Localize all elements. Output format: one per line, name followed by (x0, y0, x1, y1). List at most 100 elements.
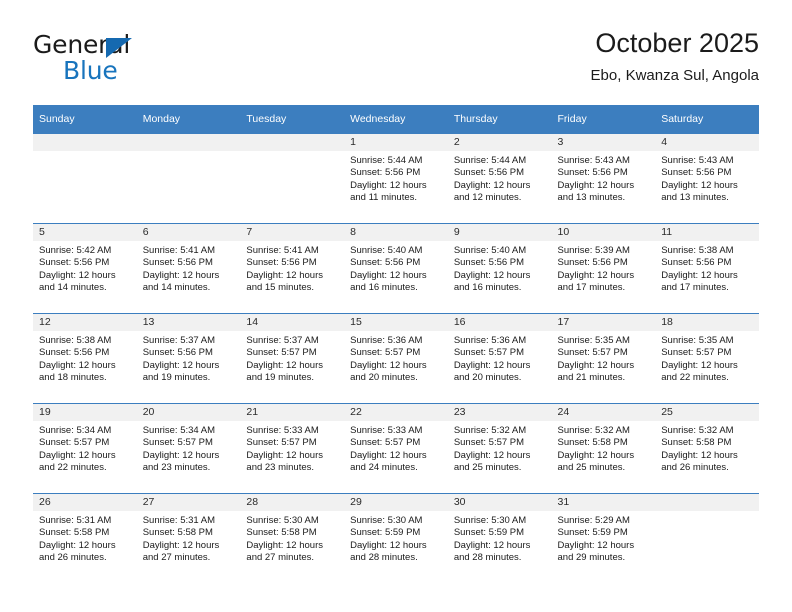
calendar-day-cell[interactable]: 6 Sunrise: 5:41 AM Sunset: 5:56 PM Daylight… (136, 223, 241, 314)
day-cell-inner: 11 Sunrise: 5:38 AM Sunset: 5:56 PM Dayligh… (655, 224, 759, 313)
sunset-text: Sunset: 5:59 PM (557, 527, 628, 539)
daylight-text: Daylight: 12 hours and 16 minutes. (453, 269, 531, 294)
day-cell-details: Sunrise: 5:37 AM Sunset: 5:57 PM Daylight:… (240, 331, 344, 385)
sunset-text: Sunset: 5:57 PM (350, 437, 421, 449)
day-cell-details: Sunrise: 5:42 AM Sunset: 5:56 PM Daylight:… (33, 241, 137, 295)
day-cell-details: Sunrise: 5:32 AM Sunset: 5:58 PM Daylight:… (552, 421, 656, 475)
calendar-day-cell[interactable]: 17 Sunrise: 5:35 AM Sunset: 5:57 PM Dayligh… (551, 313, 656, 404)
calendar-day-cell[interactable]: 9 Sunrise: 5:40 AM Sunset: 5:56 PM Daylight… (447, 223, 552, 314)
day-number: 16 (447, 314, 552, 331)
daylight-text: Daylight: 12 hours and 20 minutes. (350, 359, 427, 384)
sunrise-text: Sunrise: 5:38 AM (661, 245, 734, 256)
day-cell-inner: 18 Sunrise: 5:35 AM Sunset: 5:57 PM Dayligh… (655, 314, 759, 403)
day-number (655, 494, 759, 511)
calendar-day-cell[interactable]: 23 Sunrise: 5:32 AM Sunset: 5:57 PM Dayligh… (447, 403, 552, 494)
sunset-text: Sunset: 5:59 PM (453, 527, 525, 539)
sunset-text: Sunset: 5:58 PM (142, 527, 213, 539)
sunrise-text: Sunrise: 5:40 AM (453, 245, 527, 256)
calendar-day-cell[interactable]: 20 Sunrise: 5:34 AM Sunset: 5:57 PM Dayligh… (136, 403, 241, 494)
calendar-day-cell[interactable]: 8 Sunrise: 5:40 AM Sunset: 5:56 PM Daylight… (344, 223, 448, 314)
calendar-day-cell[interactable]: 15 Sunrise: 5:36 AM Sunset: 5:57 PM Dayligh… (344, 313, 448, 404)
day-cell-inner: 1 Sunrise: 5:44 AM Sunset: 5:56 PM Daylight… (344, 134, 448, 223)
calendar-day-cell[interactable]: 28 Sunrise: 5:30 AM Sunset: 5:58 PM Dayligh… (240, 493, 345, 583)
day-cell-details: Sunrise: 5:36 AM Sunset: 5:57 PM Daylight:… (344, 331, 448, 385)
calendar-day-cell[interactable]: 24 Sunrise: 5:32 AM Sunset: 5:58 PM Dayligh… (551, 403, 656, 494)
calendar-week-row: 5 Sunrise: 5:42 AM Sunset: 5:56 PM Daylight… (33, 223, 759, 314)
sunrise-text: Sunrise: 5:44 AM (453, 155, 527, 166)
calendar-day-cell[interactable]: 4 Sunrise: 5:43 AM Sunset: 5:56 PM Daylight… (655, 133, 759, 224)
sunset-text: Sunset: 5:58 PM (246, 527, 317, 539)
calendar-day-cell[interactable]: 5 Sunrise: 5:42 AM Sunset: 5:56 PM Daylight… (33, 223, 137, 314)
calendar-day-cell[interactable]: 7 Sunrise: 5:41 AM Sunset: 5:56 PM Daylight… (240, 223, 345, 314)
daylight-text: Daylight: 12 hours and 19 minutes. (246, 359, 323, 384)
daylight-text: Daylight: 12 hours and 26 minutes. (661, 449, 738, 474)
calendar-day-cell[interactable]: 3 Sunrise: 5:43 AM Sunset: 5:56 PM Daylight… (551, 133, 656, 224)
calendar-empty-cell (33, 133, 137, 224)
sunrise-text: Sunrise: 5:37 AM (246, 335, 319, 346)
calendar-day-cell[interactable]: 19 Sunrise: 5:34 AM Sunset: 5:57 PM Dayligh… (33, 403, 137, 494)
daylight-text: Daylight: 12 hours and 24 minutes. (350, 449, 427, 474)
calendar-day-cell[interactable]: 16 Sunrise: 5:36 AM Sunset: 5:57 PM Dayligh… (447, 313, 552, 404)
daylight-text: Daylight: 12 hours and 25 minutes. (557, 449, 635, 474)
sunrise-text: Sunrise: 5:40 AM (350, 245, 423, 256)
day-cell-inner: 4 Sunrise: 5:43 AM Sunset: 5:56 PM Daylight… (655, 134, 759, 223)
calendar-day-cell[interactable]: 11 Sunrise: 5:38 AM Sunset: 5:56 PM Dayligh… (655, 223, 759, 314)
sunset-text: Sunset: 5:56 PM (557, 167, 628, 179)
calendar-day-cell[interactable]: 18 Sunrise: 5:35 AM Sunset: 5:57 PM Dayligh… (655, 313, 759, 404)
daylight-text: Daylight: 12 hours and 12 minutes. (453, 179, 531, 204)
sunset-text: Sunset: 5:56 PM (350, 167, 421, 179)
day-number: 27 (136, 494, 241, 511)
calendar-day-cell[interactable]: 25 Sunrise: 5:32 AM Sunset: 5:58 PM Dayligh… (655, 403, 759, 494)
day-cell-inner: 9 Sunrise: 5:40 AM Sunset: 5:56 PM Daylight… (447, 224, 552, 313)
day-cell-details: Sunrise: 5:32 AM Sunset: 5:57 PM Daylight:… (448, 421, 552, 475)
sunrise-text: Sunrise: 5:34 AM (39, 425, 112, 436)
sunset-text: Sunset: 5:57 PM (350, 347, 421, 359)
calendar-day-cell[interactable]: 14 Sunrise: 5:37 AM Sunset: 5:57 PM Dayligh… (240, 313, 345, 404)
page-subtitle: Ebo, Kwanza Sul, Angola (590, 67, 759, 84)
page-header: General Blue October 2025 Ebo, Kwanza Su… (33, 26, 759, 98)
calendar-day-cell[interactable]: 31 Sunrise: 5:29 AM Sunset: 5:59 PM Dayligh… (551, 493, 656, 583)
sunrise-text: Sunrise: 5:35 AM (557, 335, 630, 346)
day-number: 4 (655, 134, 759, 151)
day-cell-details: Sunrise: 5:33 AM Sunset: 5:57 PM Daylight:… (240, 421, 344, 475)
calendar-day-cell[interactable]: 26 Sunrise: 5:31 AM Sunset: 5:58 PM Dayligh… (33, 493, 137, 583)
sunrise-text: Sunrise: 5:32 AM (557, 425, 630, 436)
sunset-text: Sunset: 5:56 PM (661, 167, 732, 179)
generalblue-logo[interactable]: General Blue (33, 30, 263, 92)
daylight-text: Daylight: 12 hours and 14 minutes. (39, 269, 116, 294)
day-cell-details: Sunrise: 5:41 AM Sunset: 5:56 PM Daylight:… (240, 241, 344, 295)
calendar-day-cell[interactable]: 27 Sunrise: 5:31 AM Sunset: 5:58 PM Dayligh… (136, 493, 241, 583)
day-number: 23 (447, 404, 552, 421)
sunrise-text: Sunrise: 5:42 AM (39, 245, 112, 256)
day-cell-inner: 16 Sunrise: 5:36 AM Sunset: 5:57 PM Dayligh… (447, 314, 552, 403)
day-number: 7 (240, 224, 345, 241)
calendar-page: General Blue October 2025 Ebo, Kwanza Su… (0, 0, 792, 612)
daylight-text: Daylight: 12 hours and 25 minutes. (453, 449, 531, 474)
day-number (240, 134, 345, 151)
sunrise-text: Sunrise: 5:34 AM (142, 425, 216, 436)
calendar-table: Sunday Monday Tuesday Wednesday Thursday… (33, 105, 759, 583)
calendar-day-cell[interactable]: 13 Sunrise: 5:37 AM Sunset: 5:56 PM Dayligh… (136, 313, 241, 404)
calendar-day-cell[interactable]: 30 Sunrise: 5:30 AM Sunset: 5:59 PM Dayligh… (447, 493, 552, 583)
sunrise-text: Sunrise: 5:30 AM (453, 515, 527, 526)
day-cell-inner: 31 Sunrise: 5:29 AM Sunset: 5:59 PM Dayligh… (551, 494, 656, 583)
day-cell-inner: 6 Sunrise: 5:41 AM Sunset: 5:56 PM Daylight… (136, 224, 241, 313)
calendar-day-cell[interactable]: 12 Sunrise: 5:38 AM Sunset: 5:56 PM Dayligh… (33, 313, 137, 404)
day-number: 29 (344, 494, 448, 511)
sunset-text: Sunset: 5:58 PM (661, 437, 732, 449)
calendar-day-cell[interactable]: 2 Sunrise: 5:44 AM Sunset: 5:56 PM Daylight… (447, 133, 552, 224)
calendar-day-cell[interactable]: 29 Sunrise: 5:30 AM Sunset: 5:59 PM Dayligh… (344, 493, 448, 583)
sunset-text: Sunset: 5:57 PM (246, 437, 317, 449)
calendar-day-cell[interactable]: 21 Sunrise: 5:33 AM Sunset: 5:57 PM Dayligh… (240, 403, 345, 494)
day-cell-details: Sunrise: 5:43 AM Sunset: 5:56 PM Daylight:… (552, 151, 656, 205)
day-cell-inner: 17 Sunrise: 5:35 AM Sunset: 5:57 PM Dayligh… (551, 314, 656, 403)
daylight-text: Daylight: 12 hours and 27 minutes. (142, 539, 220, 564)
calendar-day-cell[interactable]: 10 Sunrise: 5:39 AM Sunset: 5:56 PM Dayligh… (551, 223, 656, 314)
calendar-day-cell[interactable]: 1 Sunrise: 5:44 AM Sunset: 5:56 PM Daylight… (344, 133, 448, 224)
day-cell-details: Sunrise: 5:40 AM Sunset: 5:56 PM Daylight:… (344, 241, 448, 295)
day-cell-inner (136, 134, 241, 223)
logo-triangle-icon (106, 38, 132, 58)
sunset-text: Sunset: 5:56 PM (453, 167, 525, 179)
calendar-day-cell[interactable]: 22 Sunrise: 5:33 AM Sunset: 5:57 PM Dayligh… (344, 403, 448, 494)
calendar-empty-cell (136, 133, 241, 224)
